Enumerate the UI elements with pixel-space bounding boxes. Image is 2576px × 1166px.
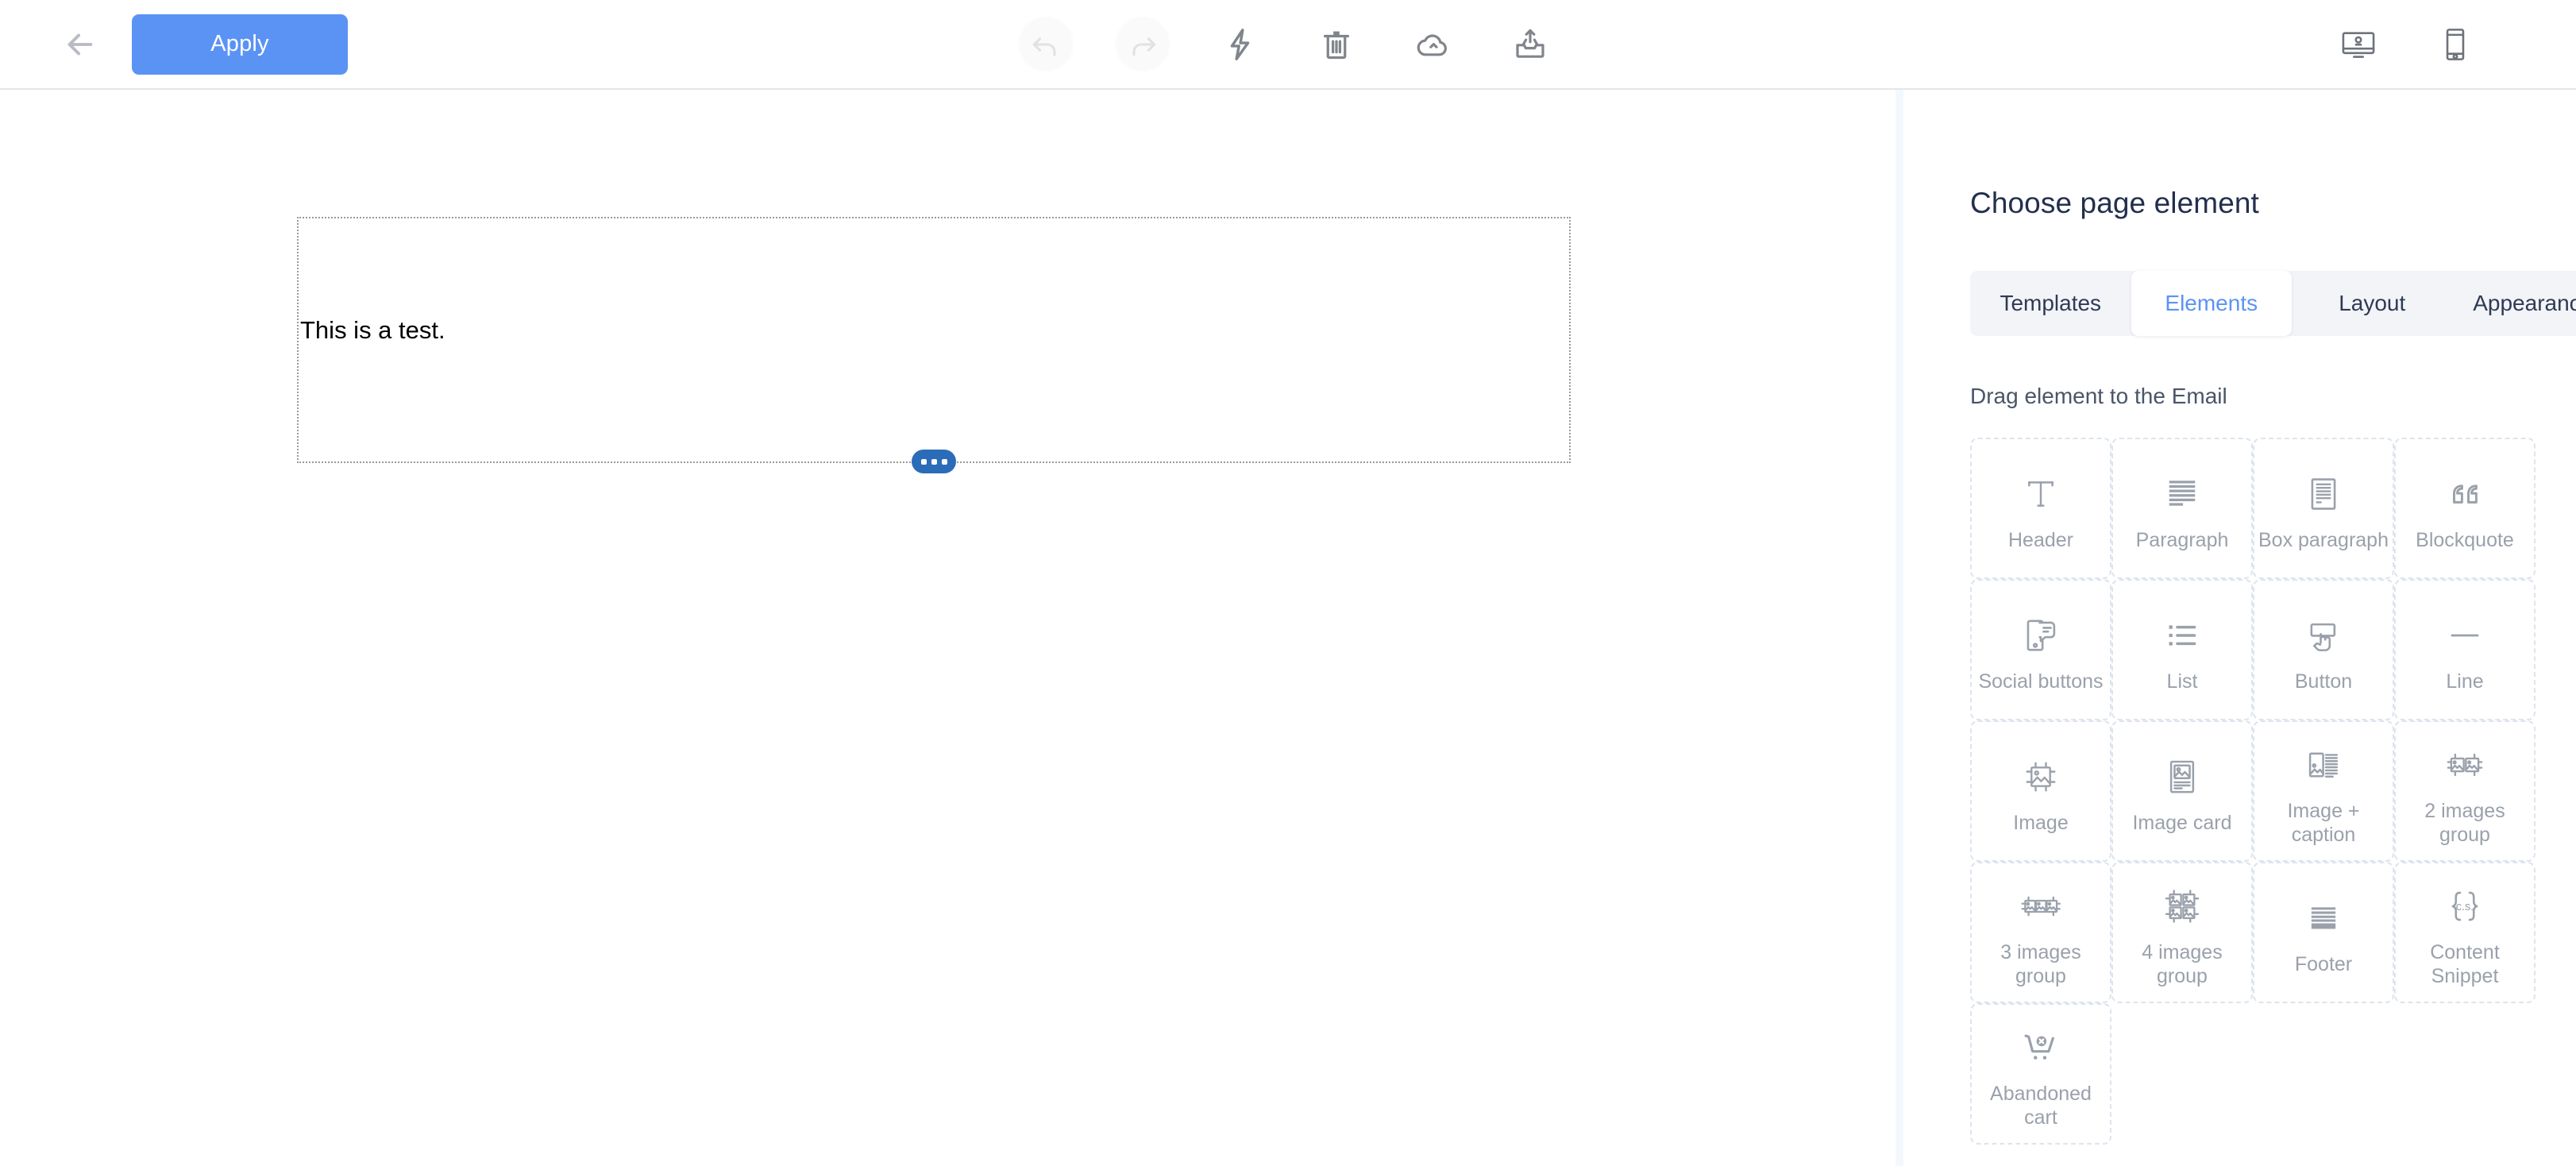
element-label: Content Snippet: [2430, 940, 2500, 988]
element-label: Line: [2446, 670, 2484, 693]
tab-elements[interactable]: Elements: [2131, 271, 2292, 336]
element-panel: Choose page element Templates Elements L…: [1903, 90, 2576, 1166]
element-card-abandoned-cart[interactable]: Abandoned cart: [1970, 1003, 2111, 1145]
element-card-image-card[interactable]: Image card: [2111, 720, 2253, 862]
email-builder-app: Apply This is a test. Choose page elemen…: [0, 0, 2576, 1166]
trash-icon: [1323, 31, 1350, 59]
element-label: Abandoned cart: [1990, 1082, 2092, 1129]
desktop-preview-button[interactable]: [2314, 0, 2403, 89]
apply-button[interactable]: Apply: [132, 14, 348, 75]
element-card-social-buttons[interactable]: Social buttons: [1970, 579, 2111, 720]
image-card-icon: [2161, 747, 2203, 806]
element-card-3-images-group[interactable]: 3 images group: [1970, 862, 2111, 1003]
flash-button[interactable]: [1191, 0, 1288, 89]
horizontal-line-icon: [2444, 606, 2485, 665]
tray-export-icon: [1516, 29, 1544, 58]
email-content-block[interactable]: This is a test.: [297, 217, 1571, 473]
cloud-upload-button[interactable]: [1385, 0, 1482, 89]
two-images-icon: [2443, 736, 2486, 794]
element-card-button[interactable]: Button: [2253, 579, 2394, 720]
element-card-paragraph[interactable]: Paragraph: [2111, 438, 2253, 579]
footer-icon: [2303, 889, 2344, 948]
block-text[interactable]: This is a test.: [300, 315, 445, 345]
element-label: Button: [2294, 670, 2353, 693]
drag-hint-label: Drag element to the Email: [1970, 384, 2227, 408]
element-card-content-snippet[interactable]: c.s. Content Snippet: [2394, 862, 2536, 1003]
element-card-image-caption[interactable]: Image + caption: [2253, 720, 2394, 862]
element-label: Social buttons: [1978, 670, 2104, 693]
redo-button[interactable]: [1094, 0, 1191, 89]
element-card-image[interactable]: Image: [1970, 720, 2111, 862]
svg-text:c.s.: c.s.: [2456, 900, 2474, 913]
box-paragraph-icon: [2303, 465, 2344, 523]
cloud-upload-icon: [1417, 33, 1447, 56]
element-label: Box paragraph: [2258, 528, 2389, 551]
text-header-icon: [2019, 465, 2062, 523]
element-label: Image: [2013, 811, 2069, 834]
paragraph-lines-icon: [2161, 465, 2203, 523]
image-crop-icon: [2020, 747, 2061, 806]
element-label: List: [2166, 670, 2198, 693]
element-label: Image + caption: [2287, 799, 2360, 847]
element-label: 4 images group: [2142, 940, 2223, 988]
click-button-icon: [2303, 606, 2344, 665]
element-label: Footer: [2294, 952, 2353, 975]
four-images-icon: [2160, 877, 2204, 936]
page-title: Choose page element: [1970, 187, 2259, 219]
handle-dot: [941, 458, 947, 465]
element-label: Image card: [2132, 811, 2232, 834]
undo-button[interactable]: [997, 0, 1094, 89]
block-options-handle[interactable]: [912, 450, 956, 473]
element-label: Paragraph: [2135, 528, 2229, 551]
element-card-footer[interactable]: Footer: [2253, 862, 2394, 1003]
social-bubble-icon: [2020, 606, 2061, 665]
element-label: 2 images group: [2424, 799, 2505, 847]
bullet-list-icon: [2161, 606, 2203, 665]
email-canvas[interactable]: This is a test.: [0, 90, 1895, 1166]
handle-dot: [920, 458, 927, 465]
element-label: Blockquote: [2416, 528, 2514, 551]
mobile-preview-button[interactable]: [2411, 0, 2500, 89]
toolbar-center-group: [997, 0, 1579, 89]
element-card-4-images-group[interactable]: 4 images group: [2111, 862, 2253, 1003]
content-snippet-icon: c.s.: [2443, 877, 2486, 936]
tab-templates[interactable]: Templates: [1970, 271, 2131, 336]
element-card-box-paragraph[interactable]: Box paragraph: [2253, 438, 2394, 579]
element-card-list[interactable]: List: [2111, 579, 2253, 720]
element-grid: Header Paragraph Box paragraph Blockquot…: [1970, 438, 2536, 1145]
export-button[interactable]: [1482, 0, 1579, 89]
element-card-blockquote[interactable]: Blockquote: [2394, 438, 2536, 579]
toolbar-right-group: [2314, 0, 2576, 89]
undo-icon: [1032, 37, 1056, 56]
back-button[interactable]: [62, 26, 98, 63]
three-images-icon: [2019, 877, 2063, 936]
panel-gutter: [1895, 90, 1903, 1166]
element-card-header[interactable]: Header: [1970, 438, 2111, 579]
delete-button[interactable]: [1288, 0, 1385, 89]
element-card-2-images-group[interactable]: 2 images group: [2394, 720, 2536, 862]
tab-appearance[interactable]: Appearance: [2453, 271, 2576, 336]
panel-tabs: Templates Elements Layout Appearance: [1970, 271, 2576, 336]
top-toolbar: Apply: [0, 0, 2576, 90]
lightning-icon: [1230, 28, 1250, 60]
mobile-preview-icon: [2446, 28, 2465, 60]
workspace: This is a test. Choose page element Temp…: [0, 90, 2576, 1166]
toolbar-left-group: Apply: [0, 14, 348, 75]
handle-dot: [931, 458, 937, 465]
element-card-line[interactable]: Line: [2394, 579, 2536, 720]
element-label: Header: [2008, 528, 2073, 551]
quotation-marks-icon: [2443, 465, 2486, 523]
image-caption-icon: [2303, 736, 2344, 794]
desktop-preview-icon: [2342, 31, 2375, 58]
abandoned-cart-icon: [2019, 1018, 2062, 1077]
back-arrow-icon: [67, 33, 93, 55]
tab-layout[interactable]: Layout: [2292, 271, 2453, 336]
redo-icon: [1132, 37, 1156, 56]
element-label: 3 images group: [2000, 940, 2081, 988]
